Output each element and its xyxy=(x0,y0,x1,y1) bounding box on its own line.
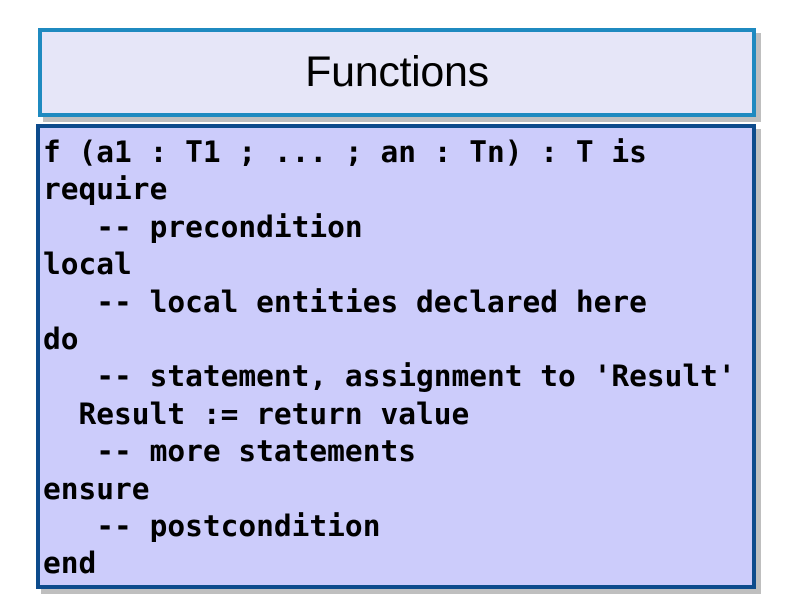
slide-body-box: f (a1 : T1 ; ... ; an : Tn) : T is requir… xyxy=(36,124,756,589)
code-line: end xyxy=(43,546,97,581)
code-line: -- postcondition xyxy=(43,508,381,543)
code-line: f (a1 : T1 ; ... ; an : Tn) : T is xyxy=(43,135,647,169)
code-line: Result := return value xyxy=(43,396,470,431)
code-line: require xyxy=(43,172,168,207)
code-line: -- precondition xyxy=(43,209,363,244)
code-line: -- local entities declared here xyxy=(43,284,647,319)
page-title: Functions xyxy=(305,47,489,96)
code-line: local xyxy=(43,247,132,282)
code-line: do xyxy=(43,321,79,356)
code-line: ensure xyxy=(43,471,150,506)
slide: Functions f (a1 : T1 ; ... ; an : Tn) : … xyxy=(0,0,794,596)
code-block: f (a1 : T1 ; ... ; an : Tn) : T is requir… xyxy=(40,128,752,583)
code-line: -- statement, assignment to 'Result' xyxy=(43,359,736,394)
slide-title-box: Functions xyxy=(38,28,756,117)
code-line: -- more statements xyxy=(43,434,416,469)
